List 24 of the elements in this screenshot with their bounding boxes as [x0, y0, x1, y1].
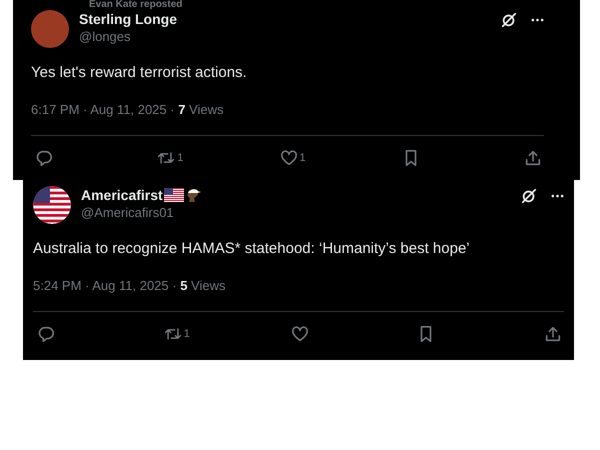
tweet-text: Yes let's reward terrorist actions. [31, 64, 248, 81]
share-icon[interactable] [524, 149, 542, 167]
reposted-label: Evan Kate reposted [88, 0, 184, 10]
repost-count: 1 [177, 152, 184, 164]
share-icon[interactable] [544, 325, 562, 343]
like-count: 1 [300, 152, 306, 164]
display-name[interactable]: Sterling Longe [79, 11, 177, 27]
reply-icon[interactable] [37, 325, 55, 343]
avatar-photo-placeholder[interactable] [31, 10, 69, 48]
like-icon[interactable] [290, 325, 308, 343]
slashed-circle-icon[interactable] [501, 12, 517, 28]
repost-count: 1 [184, 328, 190, 340]
reply-icon[interactable] [35, 149, 53, 167]
username[interactable]: @longes [79, 29, 491, 44]
tweet-text: Australia to recognize HAMAS* statehood: ‘Humanity’s best hope’ [33, 240, 471, 257]
display-name[interactable]: Americafirst [81, 187, 163, 203]
like-icon[interactable] [280, 149, 298, 167]
flag-avatar[interactable] [33, 186, 71, 224]
tweet-timestamp: 6:17 PM · Aug 11, 2025 · 7 Views [31, 102, 224, 117]
tweet-timestamp: 5:24 PM · Aug 11, 2025 · 5 Views [33, 278, 226, 293]
more-icon[interactable] [531, 18, 544, 22]
username[interactable]: @Americafirs01 [81, 205, 511, 220]
more-icon[interactable] [551, 194, 564, 198]
slashed-circle-icon[interactable] [521, 188, 537, 204]
